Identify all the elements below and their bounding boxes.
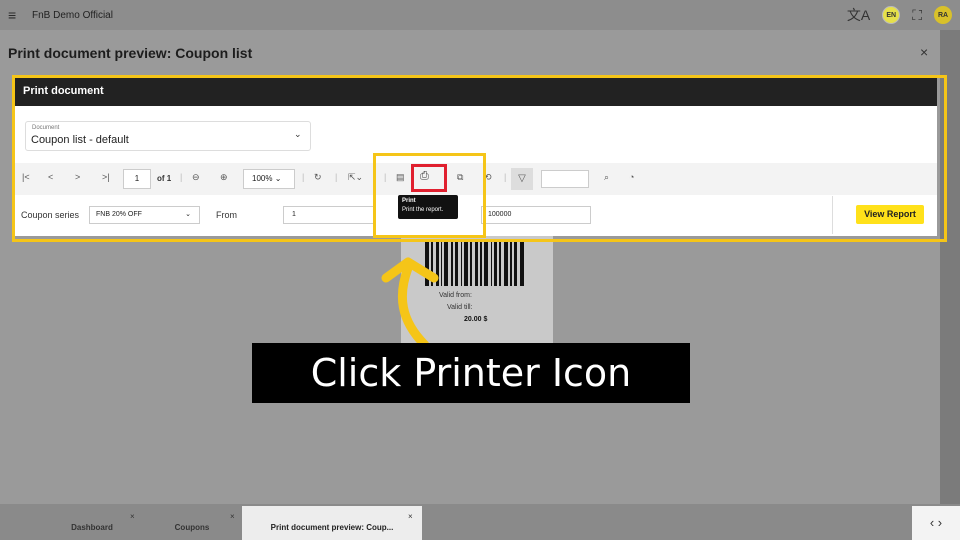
- tab-print-preview[interactable]: Print document preview: Coup... ×: [242, 506, 422, 540]
- printer-highlight-box: [411, 164, 447, 192]
- close-icon[interactable]: ×: [130, 512, 135, 521]
- tab-label: Coupons: [174, 523, 210, 532]
- print-tooltip: Print Print the report.: [398, 195, 458, 219]
- tooltip-description: Print the report.: [402, 207, 444, 213]
- top-bar: ≡ FnB Demo Official 文A EN ⛶ RA: [0, 0, 960, 30]
- translate-icon[interactable]: 文A: [847, 5, 870, 25]
- close-icon[interactable]: ×: [230, 512, 235, 521]
- valid-till-label: Valid till:: [447, 304, 473, 311]
- instruction-caption: Click Printer Icon: [252, 343, 690, 403]
- tab-label: Print document preview: Coup...: [270, 523, 394, 532]
- tab-dashboard[interactable]: Dashboard ×: [42, 506, 142, 540]
- topbar-right: 文A EN ⛶ RA: [847, 5, 952, 25]
- dialog-title: Print document preview: Coupon list: [8, 45, 253, 61]
- app-title: FnB Demo Official: [32, 9, 113, 21]
- tab-nav-arrows[interactable]: ‹ ›: [912, 506, 960, 540]
- coupon-price: 20.00 $: [464, 316, 488, 323]
- avatar[interactable]: RA: [934, 6, 952, 24]
- pointer-arrow-icon: [381, 257, 439, 350]
- caption-text: Click Printer Icon: [310, 351, 632, 395]
- tab-coupons[interactable]: Coupons ×: [142, 506, 242, 540]
- close-icon[interactable]: ×: [920, 44, 928, 60]
- language-badge[interactable]: EN: [882, 6, 901, 24]
- fullscreen-icon[interactable]: ⛶: [912, 7, 922, 24]
- tooltip-title: Print: [402, 198, 416, 204]
- tab-label: Dashboard: [71, 523, 113, 532]
- hamburger-icon[interactable]: ≡: [8, 7, 24, 23]
- close-icon[interactable]: ×: [408, 512, 413, 521]
